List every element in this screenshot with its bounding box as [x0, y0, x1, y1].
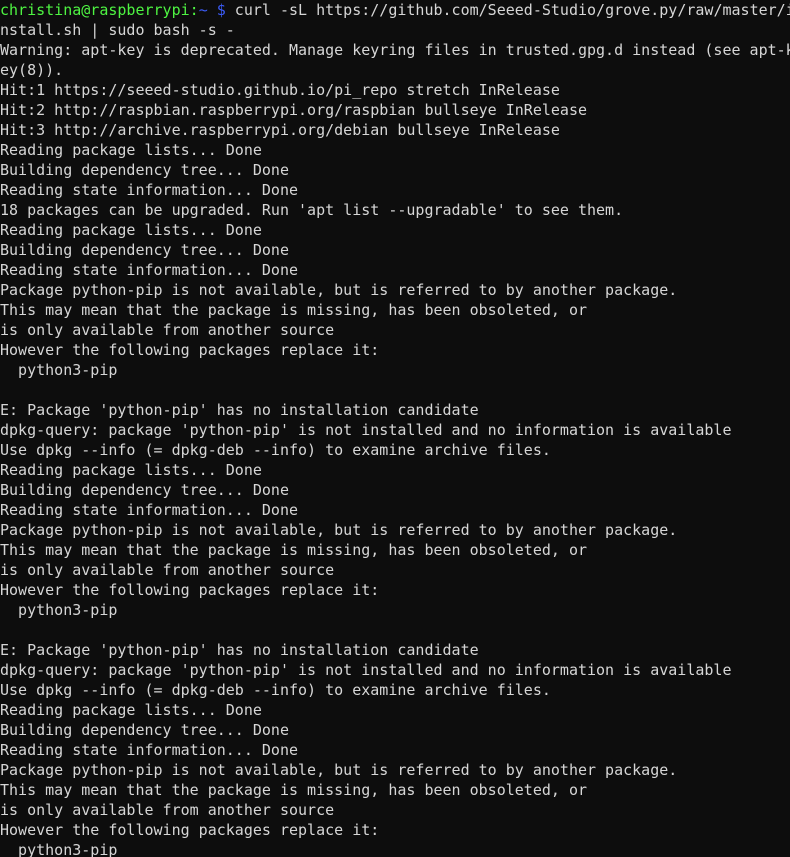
terminal-output-text: is only available from another source — [0, 561, 335, 579]
terminal-output-line: Use dpkg --info (= dpkg-deb --info) to e… — [0, 680, 790, 700]
terminal-output-line: Reading package lists... Done — [0, 460, 790, 480]
prompt-colon: : — [189, 1, 199, 19]
terminal-output-text: python3-pip — [0, 841, 118, 857]
terminal-output-text: Building dependency tree... Done — [0, 721, 289, 739]
terminal-output-text: This may mean that the package is missin… — [0, 541, 587, 559]
terminal-output-line: is only available from another source — [0, 320, 790, 340]
terminal-output-line: is only available from another source — [0, 560, 790, 580]
terminal-output-text: 18 packages can be upgraded. Run 'apt li… — [0, 201, 624, 219]
terminal-output-text: nstall.sh | sudo bash -s - — [0, 21, 235, 39]
prompt-path: ~ — [198, 1, 208, 19]
terminal-output-line: dpkg-query: package 'python-pip' is not … — [0, 660, 790, 680]
terminal-prompt-line: christina@raspberrypi:~ $ curl -sL https… — [0, 0, 790, 20]
terminal-output-text: E: Package 'python-pip' has no installat… — [0, 401, 479, 419]
terminal-output-line: E: Package 'python-pip' has no installat… — [0, 640, 790, 660]
terminal-output-line: is only available from another source — [0, 800, 790, 820]
terminal-output-line: python3-pip — [0, 600, 790, 620]
terminal-output-text: Hit:2 http://raspbian.raspberrypi.org/ra… — [0, 101, 587, 119]
terminal-output-text: Reading state information... Done — [0, 741, 299, 759]
terminal-output-text: dpkg-query: package 'python-pip' is not … — [0, 661, 732, 679]
terminal-output-text: Building dependency tree... Done — [0, 241, 289, 259]
terminal-output-line: nstall.sh | sudo bash -s - — [0, 20, 790, 40]
terminal-output-text: However the following packages replace i… — [0, 341, 380, 359]
terminal-output-line: Hit:1 https://seeed-studio.github.io/pi_… — [0, 80, 790, 100]
terminal-output-line: This may mean that the package is missin… — [0, 540, 790, 560]
terminal-output-line: dpkg-query: package 'python-pip' is not … — [0, 420, 790, 440]
terminal-output-line: Package python-pip is not available, but… — [0, 760, 790, 780]
terminal-output-text: Reading state information... Done — [0, 261, 299, 279]
terminal-output-text: Reading package lists... Done — [0, 141, 262, 159]
terminal-output-line: Hit:3 http://archive.raspberrypi.org/deb… — [0, 120, 790, 140]
terminal-output-line: Warning: apt-key is deprecated. Manage k… — [0, 40, 790, 60]
terminal-output-line: Building dependency tree... Done — [0, 240, 790, 260]
terminal-output-text: Use dpkg --info (= dpkg-deb --info) to e… — [0, 441, 551, 459]
terminal-output-text: This may mean that the package is missin… — [0, 301, 587, 319]
terminal-window[interactable]: christina@raspberrypi:~ $ curl -sL https… — [0, 0, 790, 857]
terminal-output-line: Reading state information... Done — [0, 180, 790, 200]
terminal-output-text: Reading package lists... Done — [0, 701, 262, 719]
terminal-output-text: Package python-pip is not available, but… — [0, 761, 678, 779]
terminal-output-line: Reading package lists... Done — [0, 700, 790, 720]
terminal-output-line: Reading package lists... Done — [0, 140, 790, 160]
terminal-output-text: However the following packages replace i… — [0, 581, 380, 599]
terminal-output-line: Reading state information... Done — [0, 260, 790, 280]
terminal-output-line: However the following packages replace i… — [0, 340, 790, 360]
terminal-output-line: Use dpkg --info (= dpkg-deb --info) to e… — [0, 440, 790, 460]
terminal-output-text: dpkg-query: package 'python-pip' is not … — [0, 421, 732, 439]
terminal-output-line: This may mean that the package is missin… — [0, 300, 790, 320]
terminal-output-line: Hit:2 http://raspbian.raspberrypi.org/ra… — [0, 100, 790, 120]
terminal-output-text: Reading package lists... Done — [0, 461, 262, 479]
terminal-output-text: is only available from another source — [0, 321, 335, 339]
terminal-output-line: python3-pip — [0, 360, 790, 380]
terminal-output-line: E: Package 'python-pip' has no installat… — [0, 400, 790, 420]
terminal-output-line: Reading state information... Done — [0, 500, 790, 520]
terminal-output-line: python3-pip — [0, 840, 790, 857]
terminal-output-text: E: Package 'python-pip' has no installat… — [0, 641, 479, 659]
terminal-output-line: ey(8)). — [0, 60, 790, 80]
terminal-output-line: 18 packages can be upgraded. Run 'apt li… — [0, 200, 790, 220]
prompt-symbol: $ — [216, 1, 226, 19]
terminal-output-line: However the following packages replace i… — [0, 820, 790, 840]
terminal-output-text: Use dpkg --info (= dpkg-deb --info) to e… — [0, 681, 551, 699]
terminal-output-text: Reading state information... Done — [0, 501, 299, 519]
terminal-output-text: However the following packages replace i… — [0, 821, 380, 839]
terminal-output-text: ey(8)). — [0, 61, 64, 79]
prompt-command: curl -sL https://github.com/Seeed-Studio… — [225, 1, 790, 19]
terminal-output-text: python3-pip — [0, 361, 118, 379]
terminal-output-text: Building dependency tree... Done — [0, 161, 289, 179]
prompt-user-host: christina@raspberrypi — [0, 1, 190, 19]
terminal-output-text: Package python-pip is not available, but… — [0, 281, 678, 299]
terminal-output-text: Hit:1 https://seeed-studio.github.io/pi_… — [0, 81, 560, 99]
terminal-output-text: Package python-pip is not available, but… — [0, 521, 678, 539]
terminal-output-text: Reading state information... Done — [0, 181, 299, 199]
terminal-output-line: Building dependency tree... Done — [0, 160, 790, 180]
terminal-output-line: Package python-pip is not available, but… — [0, 520, 790, 540]
terminal-output-text: is only available from another source — [0, 801, 335, 819]
terminal-output-line: Reading package lists... Done — [0, 220, 790, 240]
terminal-output-text: Building dependency tree... Done — [0, 481, 289, 499]
terminal-output-line: Reading state information... Done — [0, 740, 790, 760]
terminal-screen[interactable]: christina@raspberrypi:~ $ curl -sL https… — [0, 0, 790, 857]
terminal-output-line: Building dependency tree... Done — [0, 480, 790, 500]
terminal-output-text: Reading package lists... Done — [0, 221, 262, 239]
terminal-output-text: python3-pip — [0, 601, 118, 619]
terminal-output-text: Warning: apt-key is deprecated. Manage k… — [0, 41, 790, 59]
terminal-output-line: Building dependency tree... Done — [0, 720, 790, 740]
terminal-output-text: This may mean that the package is missin… — [0, 781, 587, 799]
terminal-output-line: This may mean that the package is missin… — [0, 780, 790, 800]
terminal-output-line: However the following packages replace i… — [0, 580, 790, 600]
terminal-output-line: Package python-pip is not available, but… — [0, 280, 790, 300]
terminal-output-text: Hit:3 http://archive.raspberrypi.org/deb… — [0, 121, 560, 139]
